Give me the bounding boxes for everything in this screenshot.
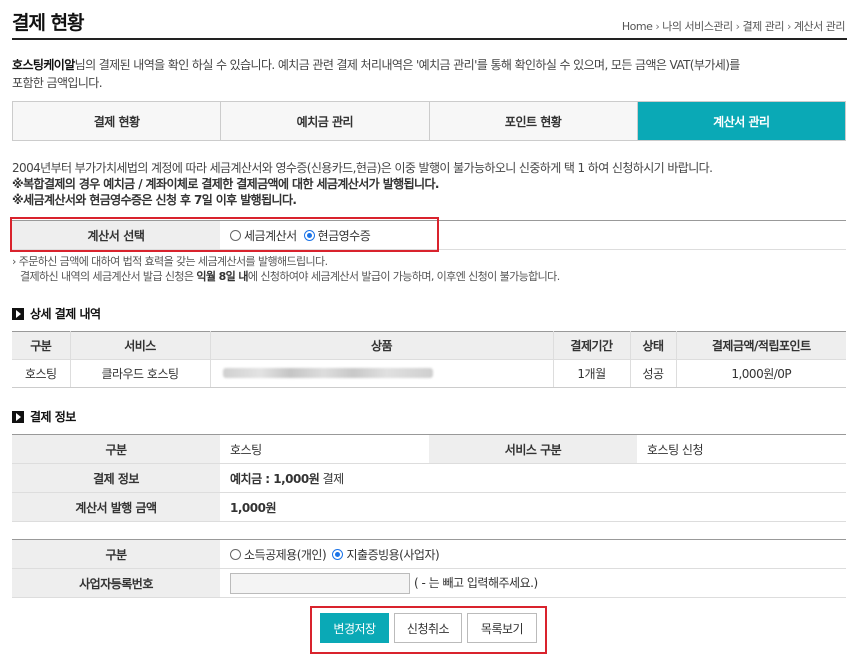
regno-input[interactable] bbox=[230, 572, 410, 594]
notice-line1: 2004년부터 부가가치세법의 계정에 따라 세금계산서와 영수증(신용카드,현… bbox=[12, 161, 713, 175]
regno-hint: ( - 는 빼고 입력해주세요.) bbox=[414, 575, 538, 590]
payinfo-type-label: 구분 bbox=[12, 434, 220, 464]
notice-line3: ※세금계산서와 현금영수증은 신청 후 7일 이후 발행됩니다. bbox=[12, 193, 297, 207]
receipt-table: 구분 소득공제용(개인) 지출증빙용(사업자) 사업자등록번호 ( - 는 빼고… bbox=[12, 539, 846, 598]
payinfo-amount-label: 계산서 발행 금액 bbox=[12, 492, 220, 522]
tab-invoice[interactable]: 계산서 관리 bbox=[637, 102, 845, 140]
col-header-period: 결제기간 bbox=[553, 331, 631, 360]
intro-line1: 님의 결제된 내역을 확인 하실 수 있습니다. 예치금 관련 결제 처리내역은… bbox=[74, 58, 741, 72]
detail-table: 구분 서비스 상품 결제기간 상태 결제금액/적립포인트 호스팅 클라우드 호스… bbox=[12, 331, 846, 388]
col-header-status: 상태 bbox=[630, 331, 677, 360]
tab-payment-status[interactable]: 결제 현황 bbox=[13, 102, 222, 140]
notice-text: 2004년부터 부가가치세법의 계정에 따라 세금계산서와 영수증(신용카드,현… bbox=[12, 160, 847, 208]
breadcrumb-invoice[interactable]: 계산서 관리 bbox=[794, 20, 846, 33]
payinfo-type-value: 호스팅 bbox=[220, 434, 429, 464]
cell-period: 1개월 bbox=[553, 359, 631, 388]
breadcrumb-payment[interactable]: 결제 관리 bbox=[743, 20, 785, 33]
payinfo-amount-value: 1,000원 bbox=[220, 492, 846, 522]
arrow-box-icon bbox=[12, 307, 24, 320]
small-note-1: › 주문하신 금액에 대하여 법적 효력을 갖는 세금계산서를 발행해드립니다. bbox=[12, 255, 328, 268]
col-header-product: 상품 bbox=[210, 331, 554, 360]
payinfo-service-value: 호스팅 신청 bbox=[637, 434, 846, 464]
table-row: 호스팅 클라우드 호스팅 1개월 성공 1,000원/0P bbox=[12, 359, 846, 388]
intro-line2: 포함한 금액입니다. bbox=[12, 76, 103, 90]
small-notes: › 주문하신 금액에 대하여 법적 효력을 갖는 세금계산서를 발행해드립니다.… bbox=[12, 254, 560, 284]
arrow-box-icon bbox=[12, 410, 24, 423]
chevron-right-icon: › bbox=[655, 20, 660, 33]
page: 결제 현황 Home › 나의 서비스관리 › 결제 관리 › 계산서 관리 호스팅케이알님… bbox=[0, 0, 861, 667]
payinfo-pay-value: 예치금 : 1,000원 결제 bbox=[220, 463, 846, 493]
chevron-right-icon: › bbox=[735, 20, 740, 33]
col-header-service: 서비스 bbox=[70, 331, 211, 360]
cell-service: 클라우드 호스팅 bbox=[70, 359, 211, 388]
table-header-row: 구분 서비스 상품 결제기간 상태 결제금액/적립포인트 bbox=[12, 331, 846, 360]
breadcrumb: Home › 나의 서비스관리 › 결제 관리 › 계산서 관리 bbox=[622, 18, 846, 34]
intro-brand: 호스팅케이알 bbox=[12, 58, 75, 72]
intro-text: 호스팅케이알님의 결제된 내역을 확인 하실 수 있습니다. 예치금 관련 결제… bbox=[12, 56, 842, 92]
cell-product-redacted bbox=[210, 359, 554, 388]
breadcrumb-service[interactable]: 나의 서비스관리 bbox=[662, 20, 733, 33]
tab-bar: 결제 현황 예치금 관리 포인트 현황 계산서 관리 bbox=[12, 101, 846, 141]
highlight-box-invoice-select bbox=[10, 217, 439, 252]
title-divider bbox=[12, 38, 847, 40]
regno-cell: ( - 는 빼고 입력해주세요.) bbox=[220, 568, 846, 598]
payinfo-table: 구분 호스팅 서비스 구분 호스팅 신청 결제 정보 예치금 : 1,000원 … bbox=[12, 434, 846, 522]
bullet-icon: › bbox=[12, 255, 19, 268]
payinfo-service-label: 서비스 구분 bbox=[429, 434, 637, 464]
col-header-type: 구분 bbox=[12, 331, 71, 360]
redacted-text bbox=[222, 367, 433, 378]
tab-points[interactable]: 포인트 현황 bbox=[429, 102, 638, 140]
page-title: 결제 현황 bbox=[12, 12, 85, 34]
highlight-box-buttons bbox=[310, 606, 547, 654]
breadcrumb-home[interactable]: Home bbox=[622, 20, 653, 33]
receipt-type-label: 구분 bbox=[12, 539, 220, 569]
receipt-type-options: 소득공제용(개인) 지출증빙용(사업자) bbox=[220, 539, 846, 569]
section-title-detail: 상세 결제 내역 bbox=[12, 305, 101, 322]
radio-personal[interactable] bbox=[230, 548, 241, 560]
payinfo-pay-label: 결제 정보 bbox=[12, 463, 220, 493]
cell-status: 성공 bbox=[630, 359, 677, 388]
radio-business-label[interactable]: 지출증빙용(사업자) bbox=[346, 548, 439, 562]
tab-deposit[interactable]: 예치금 관리 bbox=[221, 102, 430, 140]
cell-amount: 1,000원/0P bbox=[676, 359, 846, 388]
section-title-payinfo: 결제 정보 bbox=[12, 408, 76, 425]
radio-personal-label[interactable]: 소득공제용(개인) bbox=[244, 548, 327, 562]
notice-line2: ※복합결제의 경우 예치금 / 계좌이체로 결제한 결제금액에 대한 세금계산서… bbox=[12, 177, 439, 191]
radio-business[interactable] bbox=[332, 548, 344, 560]
chevron-right-icon: › bbox=[786, 20, 791, 33]
regno-label: 사업자등록번호 bbox=[12, 568, 220, 598]
small-note-2: 결제하신 내역의 세금계산서 발급 신청은 익월 8일 내에 신청하여야 세금계… bbox=[20, 270, 560, 283]
cell-type: 호스팅 bbox=[12, 359, 71, 388]
col-header-amount: 결제금액/적립포인트 bbox=[676, 331, 846, 360]
